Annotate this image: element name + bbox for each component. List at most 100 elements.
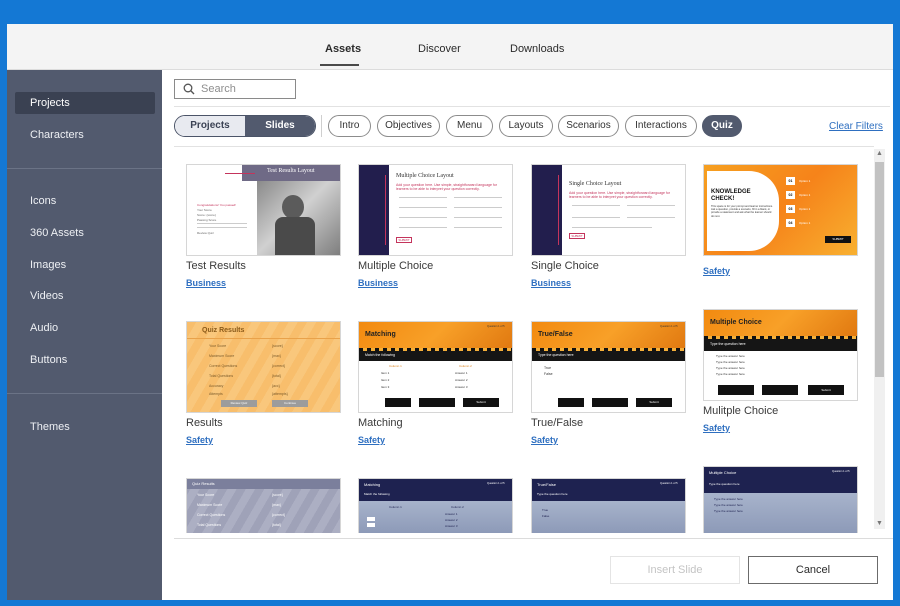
tab-discover[interactable]: Discover bbox=[418, 43, 461, 55]
card-tag-link[interactable]: Safety bbox=[186, 435, 213, 445]
thumb-counter: Question 1 of 5 bbox=[832, 470, 850, 473]
card-tag-link[interactable]: Safety bbox=[703, 266, 730, 276]
mc-option: Type the answer here bbox=[714, 509, 743, 513]
filter-layouts[interactable]: Layouts bbox=[499, 115, 553, 137]
option-label: Option 1 bbox=[799, 207, 811, 211]
footer-divider bbox=[174, 538, 893, 539]
match-answer: Answer 1 bbox=[445, 512, 458, 516]
card-tag-link[interactable]: Business bbox=[186, 278, 226, 288]
thumb-line: Congratulations! You passed! bbox=[197, 203, 237, 207]
sidebar-item-360-assets[interactable]: 360 Assets bbox=[15, 222, 155, 244]
option-number: 01 bbox=[786, 177, 795, 185]
sidebar-item-videos[interactable]: Videos bbox=[15, 285, 155, 307]
thumb-prompt: Type the question here bbox=[710, 342, 746, 346]
filter-quiz[interactable]: Quiz bbox=[702, 115, 742, 137]
sidebar-item-images[interactable]: Images bbox=[15, 254, 155, 276]
filter-objectives[interactable]: Objectives bbox=[377, 115, 440, 137]
scroll-down-icon[interactable]: ▼ bbox=[874, 519, 885, 529]
slide-card-results[interactable]: Quiz Results Your Score {score} Maximum … bbox=[186, 321, 341, 446]
mc-option: Type the answer here bbox=[714, 497, 743, 501]
sidebar-item-characters[interactable]: Characters bbox=[15, 124, 155, 146]
thumb-counter: Question 1 of 5 bbox=[487, 325, 505, 328]
slide-card-knowledge-check[interactable]: KNOWLEDGE CHECK! This space is for your … bbox=[703, 164, 858, 289]
toggle-projects[interactable]: Projects bbox=[175, 116, 245, 136]
option-number: 02 bbox=[786, 191, 795, 199]
search-icon bbox=[183, 83, 195, 95]
match-item: Item 2 bbox=[381, 378, 390, 382]
slide-card-true-false[interactable]: True/False Question 1 of 5 Type the ques… bbox=[531, 321, 686, 446]
sidebar-divider bbox=[7, 393, 162, 394]
sidebar-item-projects[interactable]: Projects bbox=[15, 92, 155, 114]
sidebar-divider bbox=[7, 168, 162, 169]
scroll-up-icon[interactable]: ▲ bbox=[874, 149, 885, 159]
filter-interactions[interactable]: Interactions bbox=[625, 115, 697, 137]
thumb-counter: Question 1 of 5 bbox=[487, 482, 505, 485]
tab-downloads[interactable]: Downloads bbox=[510, 43, 564, 55]
tab-assets[interactable]: Assets bbox=[325, 43, 361, 55]
card-tag-link[interactable]: Safety bbox=[703, 423, 730, 433]
clear-filters-link[interactable]: Clear Filters bbox=[829, 121, 883, 132]
match-answer: Answer 1 bbox=[455, 371, 468, 375]
result-label: Your Score bbox=[197, 493, 215, 497]
thumb-prompt: Match the following bbox=[365, 353, 395, 357]
card-tag-link[interactable]: Business bbox=[358, 278, 398, 288]
thumb-intro: Add your question here. Use simple, stra… bbox=[396, 183, 497, 191]
column-header: Column 2 bbox=[451, 505, 464, 509]
thumb-heading: Multiple Choice bbox=[709, 470, 737, 475]
slide-card-multiple-choice-safety[interactable]: Multiple Choice Type the question here T… bbox=[703, 309, 858, 434]
slide-card-true-false-2[interactable]: True/False Question 1 of 5 Type the ques… bbox=[531, 478, 686, 533]
result-value: {max} bbox=[272, 503, 281, 507]
card-title: Results bbox=[186, 417, 223, 429]
card-tag-link[interactable]: Business bbox=[531, 278, 571, 288]
result-label: Maximum Score bbox=[197, 503, 223, 507]
thumbnail: Matching Question 1 of 5 Match the follo… bbox=[358, 478, 513, 533]
sidebar-item-icons[interactable]: Icons bbox=[15, 190, 155, 212]
slide-card-matching[interactable]: Matching Question 1 of 5 Match the follo… bbox=[358, 321, 513, 446]
active-tab-indicator bbox=[320, 64, 359, 66]
thumb-heading: Matching bbox=[364, 482, 381, 487]
card-title: True/False bbox=[531, 417, 584, 429]
result-value: {correct} bbox=[272, 364, 286, 368]
thumb-submit: Submit bbox=[636, 398, 672, 407]
thumbnail: Multiple Choice Type the question here T… bbox=[703, 309, 858, 401]
slide-card-test-results[interactable]: Test Results Layout Congratulations! You… bbox=[186, 164, 341, 289]
projects-slides-toggle: Projects Slides bbox=[174, 115, 316, 137]
toggle-slides[interactable]: Slides bbox=[245, 116, 315, 136]
top-navigation: Assets Discover Downloads bbox=[7, 24, 893, 70]
tf-option: False bbox=[544, 372, 553, 376]
thumbnail: Quiz Results Your Score {score} Maximum … bbox=[186, 478, 341, 533]
filter-scenarios[interactable]: Scenarios bbox=[558, 115, 619, 137]
slide-card-multiple-choice[interactable]: Multiple Choice Layout Add your question… bbox=[358, 164, 513, 289]
card-tag-link[interactable]: Safety bbox=[358, 435, 385, 445]
result-label: Total Questions bbox=[209, 374, 234, 378]
slide-card-quiz-results-2[interactable]: Quiz Results Your Score {score} Maximum … bbox=[186, 478, 341, 533]
sidebar-item-themes[interactable]: Themes bbox=[15, 416, 155, 438]
slide-card-single-choice[interactable]: Single Choice Layout Add your question h… bbox=[531, 164, 686, 289]
thumb-heading: Quiz Results bbox=[192, 481, 215, 486]
result-value: {attempts} bbox=[272, 392, 288, 396]
filter-menu[interactable]: Menu bbox=[446, 115, 493, 137]
insert-slide-button[interactable]: Insert Slide bbox=[610, 556, 740, 584]
cancel-button[interactable]: Cancel bbox=[748, 556, 878, 584]
filter-intro[interactable]: Intro bbox=[328, 115, 371, 137]
thumb-submit: Submit bbox=[808, 385, 844, 395]
search-input[interactable] bbox=[201, 83, 291, 95]
result-label: Attempts bbox=[209, 392, 223, 396]
thumb-line: Passing Score bbox=[197, 218, 217, 222]
result-value: {score} bbox=[272, 493, 283, 497]
mc-option: Type the answer here bbox=[716, 366, 745, 370]
result-label: Total Questions bbox=[197, 523, 222, 527]
result-value: {total} bbox=[272, 374, 281, 378]
tf-option: True bbox=[542, 508, 549, 512]
match-answer: Answer 3 bbox=[445, 524, 458, 528]
column-header: Column 2 bbox=[459, 364, 472, 368]
sidebar-item-audio[interactable]: Audio bbox=[15, 317, 155, 339]
card-tag-link[interactable]: Safety bbox=[531, 435, 558, 445]
card-title: Multiple Choice bbox=[358, 260, 434, 272]
result-label: Accuracy bbox=[209, 384, 224, 388]
slide-card-matching-2[interactable]: Matching Question 1 of 5 Match the follo… bbox=[358, 478, 513, 533]
thumb-line: Review Quiz bbox=[197, 231, 214, 235]
slide-card-multiple-choice-2[interactable]: Multiple Choice Question 1 of 5 Type the… bbox=[703, 466, 858, 533]
sidebar-item-buttons[interactable]: Buttons bbox=[15, 349, 155, 371]
scrollbar-thumb[interactable] bbox=[875, 162, 884, 377]
